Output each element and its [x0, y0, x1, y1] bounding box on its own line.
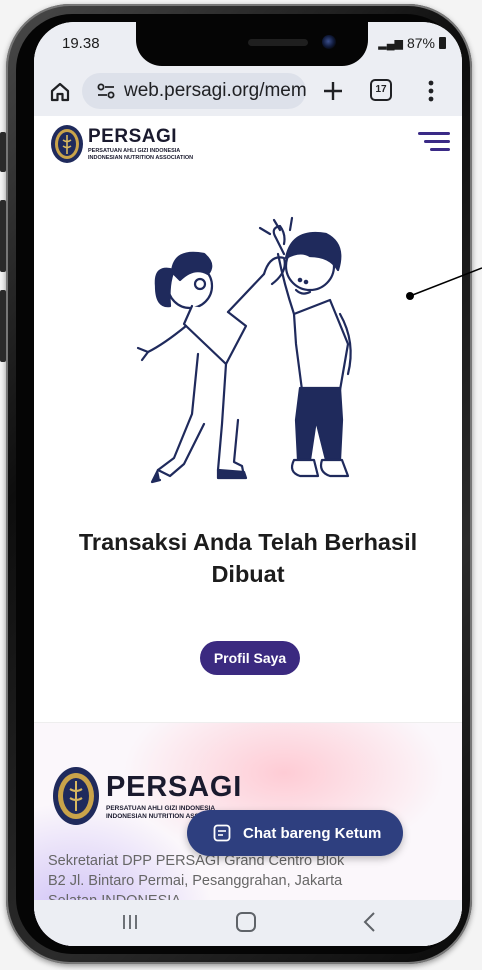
chat-ketum-button[interactable]: Chat bareng Ketum [187, 810, 403, 856]
brand-name[interactable]: PERSAGI [88, 126, 177, 148]
annotation-dot [406, 292, 414, 300]
battery-percent: 87% [406, 35, 435, 51]
url-text: web.persagi.org/meml [124, 80, 306, 101]
signal-icon: ▂▄▆ [378, 37, 403, 50]
front-camera [322, 35, 336, 49]
browser-toolbar: web.persagi.org/meml 17 [34, 66, 462, 116]
chat-icon [213, 824, 231, 842]
success-headline: Transaksi Anda Telah Berhasil Dibuat [78, 529, 418, 587]
tab-switcher-button[interactable]: 17 [370, 79, 392, 101]
phone-volume-up-button [0, 200, 6, 272]
screenshot-stage: 19.38 ▂▄▆ 87% web.persagi.org/meml 17 PE… [0, 0, 482, 970]
android-nav-bar [34, 900, 462, 946]
nav-back-icon[interactable] [360, 910, 380, 934]
success-section: Transaksi Anda Telah Berhasil Dibuat Pro… [34, 186, 462, 722]
site-settings-icon[interactable] [96, 81, 116, 101]
phone-volume-down-button [0, 290, 6, 362]
high-five-illustration [136, 216, 352, 484]
new-tab-button[interactable] [318, 76, 348, 106]
earpiece-speaker [248, 39, 308, 46]
profile-button[interactable]: Profil Saya [200, 641, 300, 675]
status-time: 19.38 [62, 35, 100, 52]
hamburger-menu-icon[interactable] [416, 130, 450, 154]
footer-brand-subtitle-id: PERSATUAN AHLI GIZI INDONESIA [106, 805, 216, 812]
footer-persagi-logo-icon [52, 765, 100, 827]
recent-apps-icon[interactable] [120, 912, 140, 932]
camera-notch [136, 22, 368, 66]
browser-home-icon[interactable] [46, 78, 74, 106]
phone-screen: 19.38 ▂▄▆ 87% web.persagi.org/meml 17 PE… [34, 22, 462, 946]
phone-side-button [0, 132, 6, 172]
browser-menu-icon[interactable] [426, 78, 436, 104]
battery-icon [439, 37, 446, 49]
address-bar[interactable]: web.persagi.org/meml [82, 73, 306, 109]
chat-button-label: Chat bareng Ketum [243, 824, 382, 842]
footer-brand-name: PERSAGI [106, 771, 243, 803]
status-bar: 19.38 ▂▄▆ 87% [34, 22, 462, 66]
persagi-logo-icon[interactable] [50, 124, 84, 164]
brand-subtitle-id: PERSATUAN AHLI GIZI INDONESIA [88, 148, 181, 154]
status-right: ▂▄▆ 87% [378, 35, 446, 51]
site-header: PERSAGI PERSATUAN AHLI GIZI INDONESIA IN… [34, 116, 462, 186]
nav-home-icon[interactable] [236, 912, 256, 932]
brand-subtitle-en: INDONESIAN NUTRITION ASSOCIATION [88, 155, 194, 161]
